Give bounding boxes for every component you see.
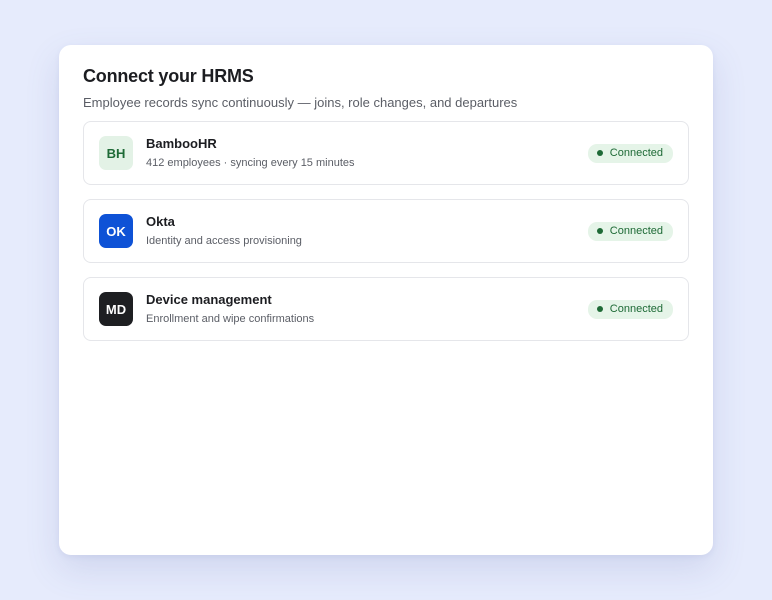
page-title: Connect your HRMS xyxy=(83,66,254,86)
status-badge: Connected xyxy=(587,299,673,319)
status-badge: Connected xyxy=(587,143,673,163)
integration-name: Device management xyxy=(146,292,272,307)
bamboohr-logo-badge: BH xyxy=(99,136,133,170)
okta-logo-badge: OK xyxy=(99,214,133,248)
integration-description: Identity and access provisioning xyxy=(146,235,302,247)
integration-description: 412 employees · syncing every 15 minutes xyxy=(146,157,355,169)
integration-name: Okta xyxy=(146,214,175,229)
integration-item-bamboohr[interactable]: BH BambooHR 412 employees · syncing ever… xyxy=(83,121,689,185)
integration-item-okta[interactable]: OK Okta Identity and access provisioning… xyxy=(83,199,689,263)
status-label: Connected xyxy=(609,303,663,315)
integration-description: Enrollment and wipe confirmations xyxy=(146,313,315,325)
status-dot-icon xyxy=(596,228,603,234)
status-dot-icon xyxy=(596,306,603,312)
device-management-logo-badge: MD xyxy=(99,292,133,326)
hrms-connect-card: Connect your HRMS Employee records sync … xyxy=(59,45,713,555)
integration-info: Device management Enrollment and wipe co… xyxy=(146,292,588,326)
integration-info: BambooHR 412 employees · syncing every 1… xyxy=(146,136,588,170)
status-label: Connected xyxy=(609,225,663,237)
page-subtitle: Employee records sync continuously — joi… xyxy=(83,95,518,110)
status-badge: Connected xyxy=(587,221,673,241)
status-label: Connected xyxy=(609,147,663,159)
integration-info: Okta Identity and access provisioning xyxy=(146,214,588,248)
integration-name: BambooHR xyxy=(146,136,217,151)
integration-item-device-management[interactable]: MD Device management Enrollment and wipe… xyxy=(83,277,689,341)
integration-list: BH BambooHR 412 employees · syncing ever… xyxy=(83,121,689,341)
status-dot-icon xyxy=(596,150,603,156)
